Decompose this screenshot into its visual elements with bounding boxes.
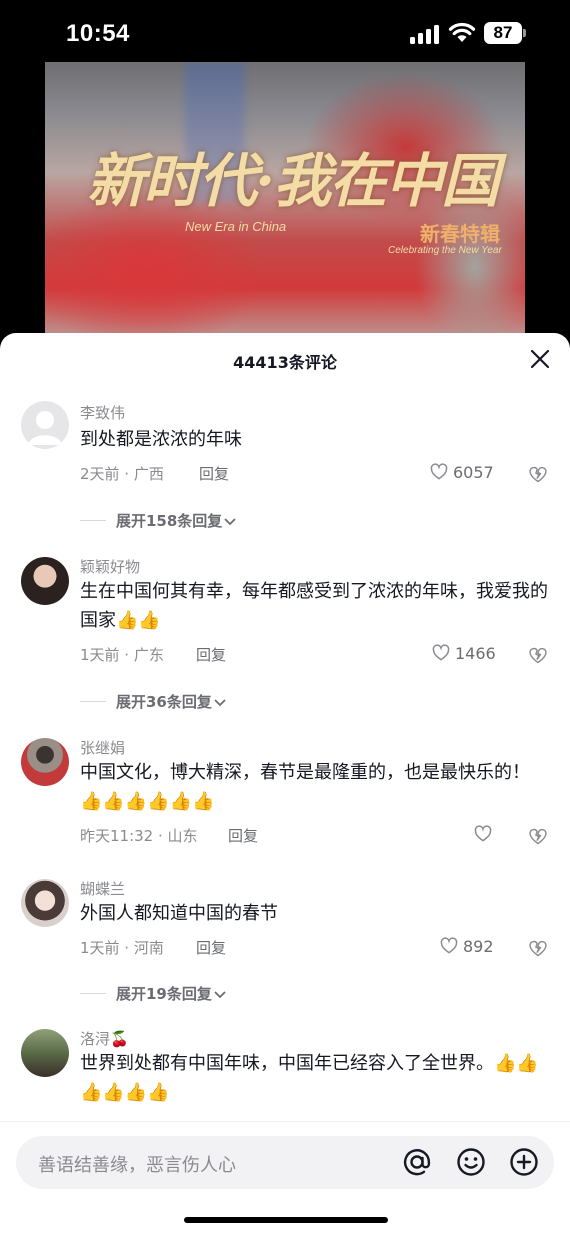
comment-meta: 1天前 · 广东 [80,646,164,664]
comment-author[interactable]: 李致伟 [80,402,125,423]
heart-icon [474,825,492,842]
reply-button[interactable]: 回复 [228,825,258,846]
expand-replies[interactable]: 展开158条回复 [80,510,238,531]
dislike-icon[interactable] [528,938,548,958]
comment-text: 到处都是浓浓的年味 [80,429,242,450]
dislike-icon[interactable] [528,826,548,846]
chevron-down-icon [214,990,226,998]
chevron-down-icon [224,517,236,525]
comment-text: 世界到处都有中国年味，中国年已经容入了全世界。👍👍👍👍👍👍 [80,1053,539,1103]
comment-meta: 昨天11:32 · 山东 [80,827,198,845]
home-indicator [184,1217,388,1223]
like-count: 1466 [455,643,496,663]
comment-author[interactable]: 张继娟 [80,737,125,758]
comments-sheet: 44413条评论 李致伟 到处都是浓浓的年味 2天前 · 广西 回复 6057 … [0,333,570,1234]
close-icon[interactable] [528,347,552,371]
video-subtitle-en: Celebrating the New Year [388,245,502,256]
reply-button[interactable]: 回复 [196,937,226,958]
comment-list: 李致伟 到处都是浓浓的年味 2天前 · 广西 回复 6057 展开158条回复 … [0,387,570,1175]
status-time: 10:54 [66,20,130,47]
avatar[interactable] [21,557,69,605]
reply-button[interactable]: 回复 [199,463,229,484]
comment-author[interactable]: 颖颖好物 [80,556,140,577]
comment-author[interactable]: 洛浔🍒 [80,1028,129,1049]
comment-text: 生在中国何其有幸，每年都感受到了浓浓的年味，我爱我的国家👍👍 [80,581,548,631]
expand-replies-label: 展开19条回复 [116,985,212,1003]
expand-replies[interactable]: 展开19条回复 [80,983,228,1004]
like-button[interactable]: 6057 [429,462,494,482]
comment-meta: 2天前 · 广西 [80,465,164,483]
chevron-down-icon [214,698,226,706]
comment-author[interactable]: 蝴蝶兰 [80,878,125,899]
comment-input-bar: 善语结善缘，恶言伤人心 [0,1121,570,1234]
like-button[interactable]: 892 [439,936,494,956]
comment-count: 44413条评论 [233,353,337,372]
comment-meta: 1天前 · 河南 [80,939,164,957]
heart-icon [432,644,450,661]
avatar[interactable] [21,879,69,927]
heart-icon [440,937,458,954]
video-title-en: New Era in China [185,219,287,234]
comment-input-placeholder: 善语结善缘，恶言伤人心 [38,1155,236,1176]
like-button[interactable]: 1466 [431,643,496,663]
comment-text: 外国人都知道中国的春节 [80,903,278,924]
comments-header: 44413条评论 [0,333,570,387]
like-count: 6057 [453,462,494,482]
like-button[interactable] [473,824,497,844]
dislike-icon[interactable] [528,645,548,665]
avatar[interactable] [21,401,69,449]
wifi-icon [448,22,476,42]
avatar[interactable] [21,738,69,786]
status-bar: 10:54 87 [0,0,570,64]
expand-replies[interactable]: 展开36条回复 [80,691,228,712]
comment-text: 中国文化，博大精深，春节是最隆重的，也是最快乐的！👍👍👍👍👍👍 [80,762,530,812]
heart-icon [430,463,448,480]
video-player[interactable]: 新时代·我在中国 New Era in China 新春特辑 Celebrati… [45,62,525,352]
like-count: 892 [463,936,494,956]
emoji-icon[interactable] [454,1145,488,1179]
plus-icon[interactable] [507,1145,541,1179]
at-icon[interactable] [400,1145,434,1179]
video-title: 新时代·我在中国 [87,147,499,215]
comment-input[interactable]: 善语结善缘，恶言伤人心 [16,1136,554,1189]
avatar[interactable] [21,1029,69,1077]
battery-icon: 87 [484,22,526,44]
video-subtitle-cn: 新春特辑 [420,222,500,246]
battery-level: 87 [484,22,522,44]
reply-button[interactable]: 回复 [196,644,226,665]
signal-icon [410,24,440,44]
expand-replies-label: 展开36条回复 [116,693,212,711]
expand-replies-label: 展开158条回复 [116,512,223,530]
dislike-icon[interactable] [528,464,548,484]
